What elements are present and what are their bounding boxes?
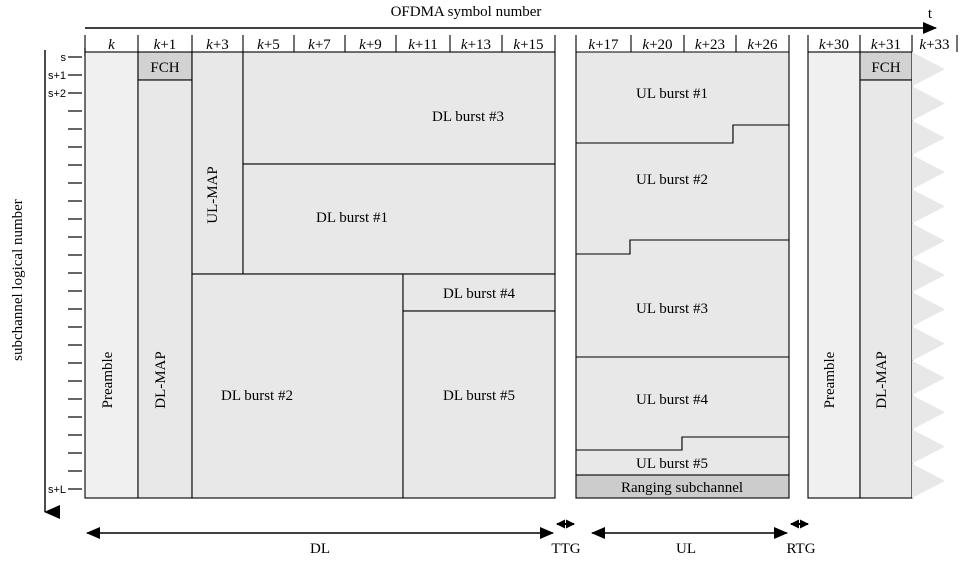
dl-burst-1-label: DL burst #1	[316, 210, 388, 226]
subchannel-axis: subchannel logical number	[10, 48, 86, 519]
dl-burst-3-label: DL burst #3	[432, 109, 504, 125]
symbol-number-label: k	[108, 37, 115, 53]
symbol-number-label: k+5	[257, 37, 280, 53]
dlmap-2-block[interactable]	[859, 79, 913, 499]
ulmap-block[interactable]	[191, 51, 244, 275]
dlmap-2-label: DL-MAP	[874, 351, 890, 409]
symbol-number-label: k+17	[588, 37, 619, 53]
dlmap-1-block[interactable]	[137, 79, 193, 499]
symbol-number-label: k+1	[154, 37, 177, 53]
fch-2-label: FCH	[871, 60, 900, 76]
preamble-2-block[interactable]	[807, 51, 861, 499]
subchannel-number-label: s+1	[48, 70, 66, 82]
dl-burst-5-label: DL burst #5	[443, 388, 515, 404]
torn-edge-decoration	[912, 52, 945, 498]
dl-burst-1-block[interactable]	[242, 163, 556, 275]
ul-burst-2-block[interactable]	[575, 124, 790, 255]
dl-burst-5-block[interactable]	[402, 310, 556, 499]
ttg-interval-label: TTG	[551, 541, 580, 557]
ulmap-label: UL-MAP	[205, 166, 221, 224]
ul-subframe: UL burst #1 UL burst #2 UL burst #3 UL b…	[575, 51, 790, 499]
dl-burst-2-block[interactable]	[191, 273, 404, 499]
top-axis: OFDMA symbol number t	[85, 4, 937, 34]
subchannel-number-label: s+L	[48, 484, 66, 496]
preamble-2-label: Preamble	[822, 351, 838, 408]
subchannel-axis-title: subchannel logical number	[10, 199, 26, 361]
symbol-number-label: k+30	[819, 37, 849, 53]
symbol-number-label: k+11	[408, 37, 438, 53]
ul-burst-2-label: UL burst #2	[636, 172, 708, 188]
symbol-number-label: k+13	[461, 37, 491, 53]
interval-markers: DL TTG UL RTG	[86, 519, 816, 557]
preamble-1-block[interactable]	[84, 51, 139, 499]
next-frame: Preamble FCH DL-MAP	[807, 51, 945, 499]
symbol-number-label: k+26	[747, 37, 778, 53]
subchannel-number-label: s+2	[48, 88, 66, 100]
subchannel-number-label: s	[61, 52, 67, 64]
ranging-subchannel-label: Ranging subchannel	[621, 480, 743, 496]
dl-burst-2-label: DL burst #2	[221, 388, 293, 404]
dl-subframe: Preamble FCH DL-MAP UL-MAP DL burst #3 D…	[84, 51, 556, 499]
fch-1-label: FCH	[150, 60, 179, 76]
symbol-number-label: k+31	[871, 37, 901, 53]
symbol-number-label: k+20	[642, 37, 672, 53]
ul-burst-3-block[interactable]	[575, 239, 790, 358]
symbol-number-label: k+23	[695, 37, 725, 53]
diagram-canvas: OFDMA symbol number t k k+1 k+3 k+5 k+7 k+9 k+…	[10, 4, 958, 557]
symbol-number-label: k+3	[206, 37, 229, 53]
subchannel-tick-scale: s s+1 s+2 s+L	[48, 52, 82, 496]
ul-burst-4-label: UL burst #4	[636, 392, 708, 408]
ul-burst-1-label: UL burst #1	[636, 86, 708, 102]
symbol-number-label: k+7	[308, 37, 331, 53]
symbol-number-label: k+9	[359, 37, 382, 53]
dl-burst-3-block[interactable]	[242, 51, 556, 165]
symbol-number-scale: k k+1 k+3 k+5 k+7 k+9 k+11 k+13 k+15 k+17 k+20 k+23…	[84, 35, 958, 53]
ul-interval-label: UL	[676, 541, 696, 557]
symbol-number-label: k+15	[513, 37, 543, 53]
dl-burst-4-label: DL burst #4	[443, 286, 515, 302]
rtg-interval-label: RTG	[786, 541, 815, 557]
symbol-number-label: k+33	[919, 37, 949, 53]
ul-burst-3-label: UL burst #3	[636, 301, 708, 317]
time-axis-label: t	[928, 6, 933, 22]
top-axis-title: OFDMA symbol number	[391, 4, 542, 20]
dlmap-1-label: DL-MAP	[153, 351, 169, 409]
preamble-1-label: Preamble	[100, 351, 116, 408]
ofdma-frame-diagram: OFDMA symbol number t k k+1 k+3 k+5 k+7 k+9 k+…	[0, 0, 964, 561]
ul-burst-5-label: UL burst #5	[636, 456, 708, 472]
dl-interval-label: DL	[310, 541, 330, 557]
